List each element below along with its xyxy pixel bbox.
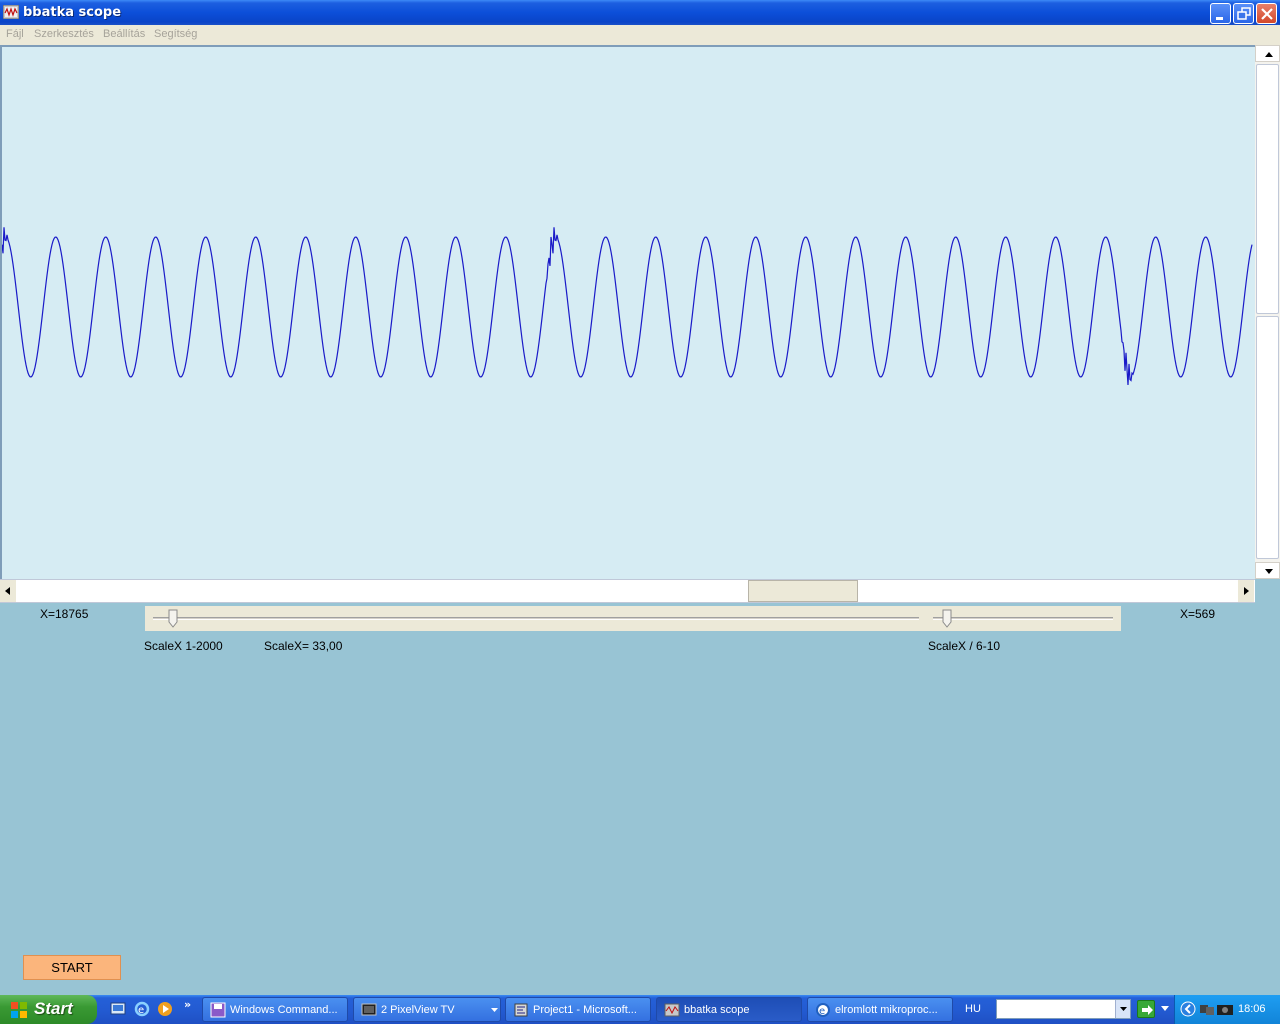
vb-icon: [514, 1003, 528, 1017]
task-pixelview-tv[interactable]: 2 PixelView TV: [353, 997, 501, 1022]
task-windows-commander[interactable]: Windows Command...: [202, 997, 348, 1022]
scalex-slider-thumb[interactable]: [168, 609, 178, 628]
task-label: 2 PixelView TV: [381, 1004, 455, 1016]
task-label: Project1 - Microsoft...: [533, 1004, 637, 1016]
scope-app-icon: [3, 5, 19, 19]
arrow-right-icon: [1142, 1005, 1153, 1015]
waveform-plot: [2, 227, 1253, 386]
menu-help[interactable]: Segítség: [154, 28, 197, 40]
window-title: bbatka scope: [23, 5, 122, 20]
close-icon: [1261, 8, 1273, 20]
camera-icon[interactable]: [1216, 1001, 1234, 1017]
minimize-icon: [1216, 17, 1223, 20]
quick-launch-chevron[interactable]: »: [184, 998, 191, 1011]
clock[interactable]: 18:06: [1238, 1003, 1266, 1015]
start-capture-button[interactable]: START: [23, 955, 121, 980]
ie-icon[interactable]: e: [134, 1001, 150, 1017]
scalex-slider-track[interactable]: [153, 617, 919, 620]
task-project1[interactable]: Project1 - Microsoft...: [505, 997, 651, 1022]
menu-settings[interactable]: Beállítás: [103, 28, 145, 40]
x-position-left: X=18765: [40, 607, 89, 621]
scalex-range-label: ScaleX 1-2000: [144, 639, 223, 653]
horizontal-scrollbar[interactable]: [0, 579, 1255, 603]
arrow-up-icon: [1265, 52, 1273, 57]
arrow-right-icon: [1244, 587, 1249, 595]
scalex-value-label: ScaleX= 33,00: [264, 639, 343, 653]
close-button[interactable]: [1256, 3, 1277, 24]
scalex-div-label: ScaleX / 6-10: [928, 639, 1001, 653]
network-icon[interactable]: [1198, 1001, 1216, 1017]
chevron-down-icon: [1120, 1007, 1127, 1011]
task-label: elromlott mikroproc...: [835, 1004, 938, 1016]
menu-edit[interactable]: Szerkesztés: [34, 28, 94, 40]
task-elromlott[interactable]: e elromlott mikroproc...: [807, 997, 953, 1022]
toolbar-options-icon[interactable]: [1160, 1005, 1170, 1013]
start-menu-button[interactable]: Start: [0, 995, 97, 1024]
title-bar[interactable]: bbatka scope: [0, 0, 1280, 25]
task-label: bbatka scope: [684, 1004, 750, 1016]
arrow-down-icon: [1265, 569, 1273, 574]
media-player-icon[interactable]: [157, 1001, 173, 1017]
arrow-left-icon: [5, 587, 10, 595]
task-bbatka-scope[interactable]: bbatka scope: [656, 997, 802, 1022]
floppy-icon: [210, 1002, 226, 1018]
vertical-scroll-thumb[interactable]: [1256, 64, 1279, 314]
scope-display: [0, 45, 1255, 579]
go-button[interactable]: [1137, 1000, 1155, 1018]
language-indicator[interactable]: HU: [965, 1003, 981, 1015]
task-label: Windows Command...: [230, 1004, 338, 1016]
tray-expand-icon[interactable]: [1180, 1001, 1196, 1017]
scalex-div-slider-thumb[interactable]: [942, 609, 952, 628]
address-dropdown-button[interactable]: [1115, 1000, 1130, 1018]
start-label: Start: [34, 999, 73, 1018]
scroll-down-button[interactable]: [1255, 562, 1280, 579]
svg-text:e: e: [819, 1006, 825, 1017]
menu-bar: Fájl Szerkesztés Beállítás Segítség: [0, 25, 1280, 45]
ie-icon: e: [816, 1003, 830, 1017]
windows-logo-icon: [11, 1002, 27, 1018]
svg-text:e: e: [138, 1005, 144, 1016]
address-bar-input[interactable]: [996, 999, 1131, 1019]
restore-icon: [1237, 7, 1251, 20]
vertical-scrollbar[interactable]: [1255, 45, 1280, 579]
minimize-button[interactable]: [1210, 3, 1231, 24]
waveform-trace: [2, 227, 1253, 386]
show-desktop-icon[interactable]: [110, 1001, 126, 1017]
slider-panel: [145, 606, 1121, 631]
restore-button[interactable]: [1233, 3, 1254, 24]
vertical-scroll-track[interactable]: [1256, 316, 1279, 559]
taskbar: Start e » Windows Command... 2 PixelView…: [0, 995, 1280, 1024]
scroll-up-button[interactable]: [1255, 45, 1280, 62]
horizontal-scroll-thumb[interactable]: [748, 580, 858, 602]
tv-icon: [361, 1003, 377, 1016]
x-position-right: X=569: [1180, 607, 1216, 621]
scroll-left-button[interactable]: [0, 580, 16, 602]
scroll-right-button[interactable]: [1238, 580, 1254, 602]
menu-file[interactable]: Fájl: [6, 28, 24, 40]
scalex-div-slider-track[interactable]: [933, 617, 1113, 620]
scope-icon: [664, 1003, 680, 1017]
chevron-down-icon: [491, 1008, 498, 1012]
